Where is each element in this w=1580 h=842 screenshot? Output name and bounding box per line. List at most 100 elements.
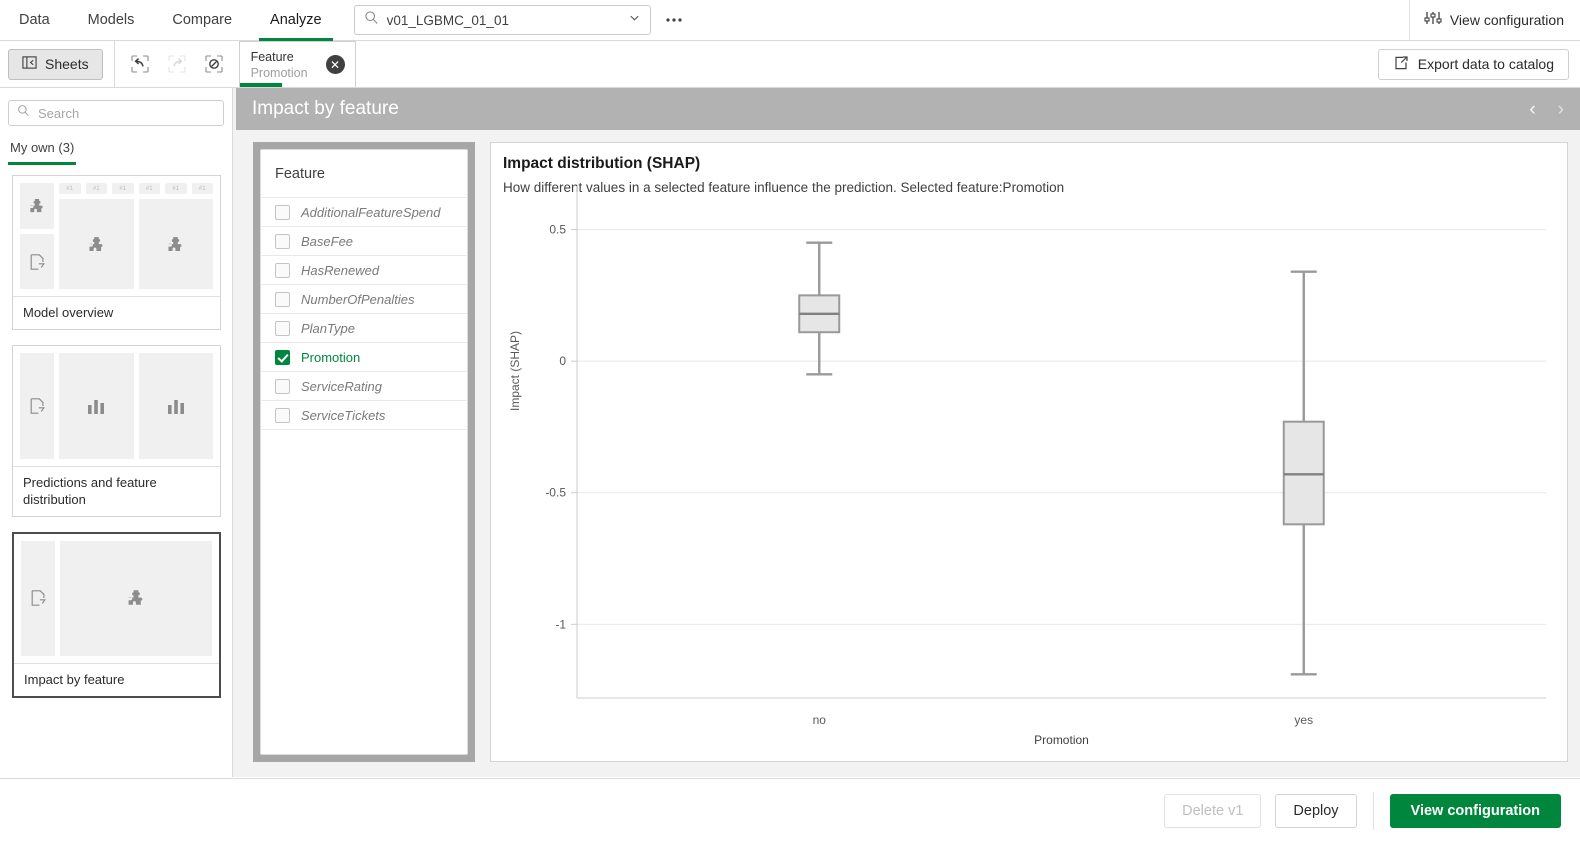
thumb-tile-puzzle [20,183,54,229]
y-tick-label: 0.5 [549,223,566,237]
feature-item-servicetickets[interactable]: ServiceTickets [261,400,467,429]
search-icon [364,10,379,30]
nav-tab-compare[interactable]: Compare [153,0,251,41]
thumb-tile-barchart [59,353,134,460]
box-plot-svg[interactable]: 0.5 0 -0.5 -1 no yes Promotion [491,143,1569,763]
feature-item-basefee[interactable]: BaseFee [261,226,467,255]
selection-chip-value: Promotion [250,65,308,80]
feature-item-label: BaseFee [301,233,354,249]
checkbox[interactable] [275,291,290,307]
view-configuration-button[interactable]: View configuration [1389,793,1561,828]
more-options-button[interactable] [661,7,687,33]
deploy-button[interactable]: Deploy [1275,793,1357,828]
feature-item-promotion[interactable]: Promotion [261,342,467,371]
close-icon[interactable]: ✕ [325,55,345,74]
checkbox[interactable] [275,320,290,336]
x-tick-label: no [813,713,827,727]
export-data-to-catalog-button[interactable]: Export data to catalog [1377,48,1569,80]
nav-tab-analyze[interactable]: Analyze [251,0,341,41]
view-configuration-top-button[interactable]: View configuration [1408,0,1580,41]
feature-item-servicerating[interactable]: ServiceRating [261,371,467,400]
nav-tab-data[interactable]: Data [0,0,69,41]
feature-item-hasrenewed[interactable]: HasRenewed [261,255,467,284]
tab-my-own-label: My own (3) [10,140,75,155]
toolbar-icon-group [115,51,227,77]
sheet-navigation: ‹ › [1529,100,1564,119]
feature-item-label: Promotion [301,349,361,365]
thumb-tile-filterpane [20,234,54,289]
thumb-tile-barchart [138,353,213,460]
checkbox[interactable] [275,233,290,249]
app-root: Data Models Compare Analyze v01_LGBMC_01… [0,0,1580,842]
thumb-minibar-label: #1 [119,185,127,192]
box-plot: Impact (SHAP) 0.5 0 -0.5 -1 no yes Promotion [491,143,1569,763]
feature-item-label: HasRenewed [301,262,380,278]
box-plot-yes[interactable] [1282,270,1325,676]
tab-my-own[interactable]: My own (3) [8,140,77,165]
undo-selection-icon[interactable] [127,51,153,77]
feature-filter-title: Feature [275,166,325,182]
checkbox[interactable] [275,407,290,423]
sheet-search-input[interactable]: Search [8,100,224,126]
checkbox[interactable] [275,378,290,394]
y-axis-label: Impact (SHAP) [508,330,522,411]
page-title: Impact by feature [252,98,399,119]
chevron-down-icon[interactable] [628,11,641,29]
sheets-button[interactable]: Sheets [8,48,103,80]
y-tick-label: 0 [559,354,566,368]
sheet-card-title: Predictions and feature distribution [13,466,220,516]
deploy-label: Deploy [1293,802,1339,819]
bottom-action-bar: Delete v1 Deploy View configuration [0,778,1580,842]
feature-item-label: NumberOfPenalties [301,291,415,307]
sheet-toolbar: Sheets Feature Promotion ✕ Export data t… [0,40,1580,88]
sidebar-tabrow: My own (3) [0,140,232,165]
box-plot-no[interactable] [798,241,841,376]
x-tick-label: yes [1294,713,1313,727]
sheet-card-impact-by-feature[interactable]: Impact by feature [12,531,221,698]
thumb-tile-puzzle [138,199,213,289]
sheets-sidebar: Search My own (3) #1 #1 #1 #1 #1 #1 Mode… [0,88,233,777]
feature-item-label: PlanType [301,320,355,336]
model-search-value: v01_LGBMC_01_01 [386,12,509,28]
nav-tab-compare-label: Compare [172,12,233,28]
sheet-header: Impact by feature ‹ › [236,88,1580,130]
delete-version-label: Delete v1 [1182,802,1244,819]
thumb-minibar: #1 [112,183,134,194]
sheet-card-title: Model overview [13,296,220,329]
clear-selections-icon[interactable] [201,51,227,77]
sheet-card-title: Impact by feature [14,662,219,696]
selection-chip-feature[interactable]: Feature Promotion ✕ [238,41,356,87]
nav-tabs: Data Models Compare Analyze [0,0,341,41]
export-icon [1393,55,1409,74]
redo-selection-icon[interactable] [164,51,190,77]
selection-chip-title: Feature [250,49,294,64]
checkbox-checked[interactable] [275,349,290,365]
sheets-icon [22,55,37,73]
sheet-card-model-overview[interactable]: #1 #1 #1 #1 #1 #1 Model overview [12,175,221,331]
feature-item-numberofpenalties[interactable]: NumberOfPenalties [261,284,467,313]
feature-item-label: ServiceTickets [301,407,386,423]
x-axis-label: Promotion [1034,733,1089,747]
search-icon [17,104,30,122]
view-configuration-top-label: View configuration [1449,12,1564,28]
feature-item-plantype[interactable]: PlanType [261,313,467,342]
sheet-card-list: #1 #1 #1 #1 #1 #1 Model overview Predict… [0,165,232,698]
thumb-tile-puzzle [59,199,134,289]
thumb-minibar-label: #1 [66,185,74,192]
checkbox[interactable] [275,262,290,278]
feature-item-additionalfeaturespend[interactable]: AdditionalFeatureSpend [261,197,467,226]
feature-item-label: ServiceRating [301,378,382,394]
model-search-field[interactable]: v01_LGBMC_01_01 [353,5,651,35]
thumb-minibar: #1 [191,183,213,194]
nav-tab-models[interactable]: Models [69,0,154,41]
feature-filter-inner: Feature AdditionalFeatureSpend BaseFee H… [260,149,468,755]
delete-version-button[interactable]: Delete v1 [1164,793,1262,828]
thumb-minibar-label: #1 [92,185,100,192]
next-sheet-icon[interactable]: › [1558,100,1564,119]
sheet-thumbnail [13,346,220,467]
sheet-card-predictions-and-feature-distribution[interactable]: Predictions and feature distribution [12,345,221,517]
previous-sheet-icon[interactable]: ‹ [1529,100,1535,119]
thumb-minibar-label: #1 [198,185,206,192]
checkbox[interactable] [275,204,290,220]
sheet-thumbnail [14,533,219,663]
